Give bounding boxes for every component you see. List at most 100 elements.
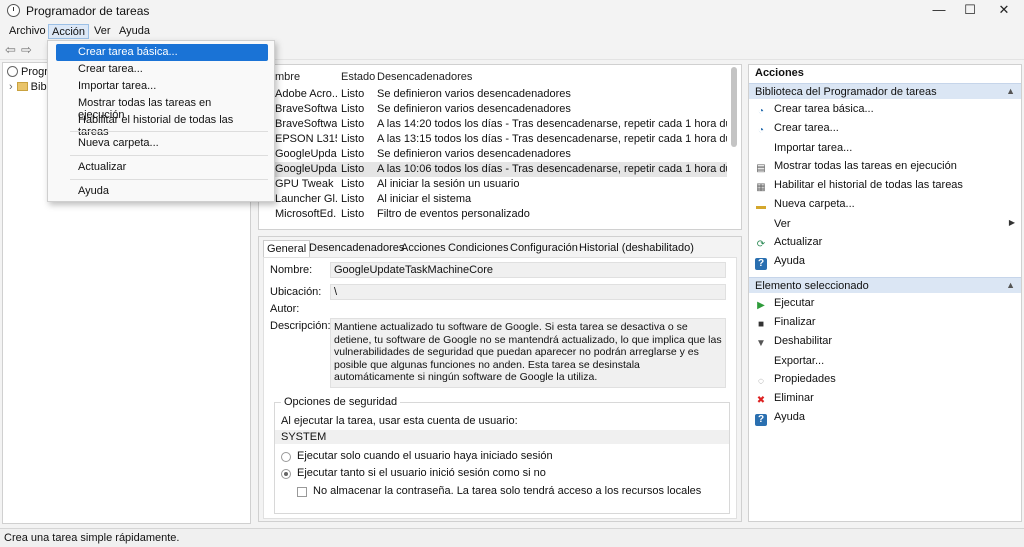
- collapse-icon[interactable]: ▲: [1006, 86, 1015, 96]
- column-header-status[interactable]: Estado: [341, 71, 375, 83]
- table-row[interactable]: Launcher Gl... Listo Al iniciar el sistema: [259, 192, 727, 207]
- action-nueva-carpeta[interactable]: ▬ Nueva carpeta...: [755, 198, 1017, 215]
- action-label: Actualizar: [774, 236, 823, 248]
- action-label: Importar tarea...: [774, 142, 853, 154]
- action-crear-tarea-básica[interactable]: ◔ Crear tarea básica...: [755, 103, 1017, 120]
- radio-logged-on[interactable]: [281, 452, 291, 462]
- help-icon: ?: [755, 414, 767, 426]
- menu-crear-tarea[interactable]: Crear tarea...: [56, 61, 268, 78]
- task-status-cell: Listo: [341, 148, 365, 160]
- menu-separator: [70, 179, 268, 180]
- action-propiedades[interactable]: ◌ Propiedades: [755, 373, 1017, 390]
- action-label: Ayuda: [774, 411, 805, 423]
- action-actualizar[interactable]: ⟳ Actualizar: [755, 236, 1017, 253]
- menu-importar-tarea[interactable]: Importar tarea...: [56, 78, 268, 95]
- status-text: Crea una tarea simple rápidamente.: [4, 532, 180, 544]
- column-header-name[interactable]: mbre: [275, 71, 300, 83]
- action-label: Ver: [774, 218, 791, 230]
- menu-crear-tarea-basica[interactable]: Crear tarea básica...: [56, 44, 268, 61]
- menu-actualizar[interactable]: Actualizar: [56, 159, 268, 176]
- task-status-cell: Listo: [341, 88, 365, 100]
- close-button[interactable]: ✕: [987, 0, 1021, 22]
- action-importar-tarea[interactable]: Importar tarea...: [755, 141, 1017, 158]
- action-habilitar-el-historial-de-todas-las-tareas[interactable]: ▦ Habilitar el historial de todas las tar…: [755, 179, 1017, 196]
- back-arrow-icon[interactable]: ⇦: [5, 42, 16, 58]
- play-icon: ▶: [757, 300, 765, 311]
- table-row[interactable]: BraveSoftwa... Listo A las 14:20 todos los…: [259, 117, 727, 132]
- description-label: Descripción:: [270, 320, 331, 332]
- tab-general[interactable]: General: [263, 240, 311, 257]
- maximize-button[interactable]: ☐: [953, 0, 987, 22]
- details-pane: General Desencadenadores Acciones Condic…: [258, 236, 742, 522]
- section-selected-item[interactable]: Elemento seleccionado ▲: [749, 277, 1021, 293]
- task-name-cell: MicrosoftEd...: [275, 208, 337, 220]
- tab-history[interactable]: Historial (deshabilitado): [576, 240, 697, 256]
- chevron-right-icon: ›: [9, 81, 13, 93]
- action-eliminar[interactable]: ✖ Eliminar: [755, 392, 1017, 409]
- table-row[interactable]: GPU Tweak II Listo Al iniciar la sesión un…: [259, 177, 727, 192]
- action-crear-tarea[interactable]: ◔ Crear tarea...: [755, 122, 1017, 139]
- status-bar: Crea una tarea simple rápidamente.: [0, 528, 1024, 547]
- task-status-cell: Listo: [341, 193, 365, 205]
- action-ayuda[interactable]: ? Ayuda: [755, 411, 1017, 428]
- location-field[interactable]: \: [330, 284, 726, 300]
- tab-triggers[interactable]: Desencadenadores: [306, 240, 407, 256]
- action-mostrar-todas-las-tareas-en-ejecución[interactable]: ▤ Mostrar todas las tareas en ejecución: [755, 160, 1017, 177]
- action-finalizar[interactable]: ■ Finalizar: [755, 316, 1017, 333]
- table-row[interactable]: EPSON L315... Listo A las 13:15 todos los …: [259, 132, 727, 147]
- radio-always-label: Ejecutar tanto si el usuario inició sesi…: [297, 467, 546, 479]
- collapse-icon[interactable]: ▲: [1006, 280, 1015, 290]
- action-ayuda[interactable]: ? Ayuda: [755, 255, 1017, 272]
- tab-actions[interactable]: Acciones: [398, 240, 449, 256]
- menu-ayuda[interactable]: Ayuda: [116, 24, 153, 39]
- author-label: Autor:: [270, 303, 300, 315]
- action-deshabilitar[interactable]: ▼ Deshabilitar: [755, 335, 1017, 352]
- description-field[interactable]: Mantiene actualizado tu software de Goog…: [330, 318, 726, 388]
- scrollbar[interactable]: [731, 67, 737, 147]
- action-label: Ayuda: [774, 255, 805, 267]
- menu-separator: [70, 131, 268, 132]
- tab-settings[interactable]: Configuración: [507, 240, 581, 256]
- tree-library[interactable]: › Bibl: [9, 81, 49, 93]
- menu-mostrar-tareas[interactable]: Mostrar todas las tareas en ejecución: [56, 95, 268, 121]
- table-row[interactable]: Adobe Acro... Listo Se definieron varios d…: [259, 87, 727, 102]
- menu-ver[interactable]: Ver: [91, 24, 114, 39]
- radio-always[interactable]: [281, 469, 291, 479]
- tab-conditions[interactable]: Condiciones: [445, 240, 512, 256]
- refresh-icon: ⟳: [756, 239, 766, 250]
- minimize-button[interactable]: —: [922, 0, 956, 22]
- action-ver[interactable]: Ver ▶: [755, 217, 1017, 234]
- task-name-cell: GoogleUpda...: [275, 148, 337, 160]
- section-selected-label: Elemento seleccionado: [755, 280, 869, 292]
- forward-arrow-icon[interactable]: ⇨: [21, 42, 32, 58]
- table-row[interactable]: MicrosoftEd... Listo Filtro de eventos per…: [259, 207, 727, 222]
- table-row[interactable]: BraveSoftwa... Listo Se definieron varios …: [259, 102, 727, 117]
- menu-ayuda-item[interactable]: Ayuda: [56, 183, 268, 200]
- no-store-password-checkbox[interactable]: [297, 487, 307, 497]
- task-trigger-cell: Al iniciar la sesión un usuario: [377, 178, 520, 190]
- column-header-triggers[interactable]: Desencadenadores: [377, 71, 472, 83]
- action-exportar[interactable]: Exportar...: [755, 354, 1017, 371]
- table-row[interactable]: GoogleUpda... Listo Se definieron varios d…: [259, 147, 727, 162]
- menu-habilitar-historial[interactable]: Habilitar el historial de todas las tare…: [56, 112, 268, 138]
- stop-icon: ■: [757, 319, 765, 330]
- task-trigger-cell: Se definieron varios desencadenadores: [377, 103, 571, 115]
- task-status-cell: Listo: [341, 208, 365, 220]
- name-field[interactable]: GoogleUpdateTaskMachineCore: [330, 262, 726, 278]
- menu-accion[interactable]: Acción: [48, 24, 90, 39]
- task-trigger-cell: Filtro de eventos personalizado: [377, 208, 530, 220]
- menu-archivo[interactable]: Archivo: [6, 24, 49, 39]
- action-ejecutar[interactable]: ▶ Ejecutar: [755, 297, 1017, 314]
- run-as-user-field[interactable]: SYSTEM: [275, 430, 729, 444]
- section-library[interactable]: Biblioteca del Programador de tareas ▲: [749, 83, 1021, 99]
- history-icon: ▦: [756, 182, 766, 193]
- run-as-label: Al ejecutar la tarea, usar esta cuenta d…: [281, 415, 518, 427]
- task-trigger-cell: A las 10:06 todos los días - Tras desenc…: [377, 163, 727, 175]
- table-row[interactable]: GoogleUpda... Listo A las 10:06 todos los …: [259, 162, 727, 177]
- general-panel: Nombre: GoogleUpdateTaskMachineCore Ubic…: [263, 257, 737, 519]
- task-status-cell: Listo: [341, 133, 365, 145]
- task-trigger-cell: A las 13:15 todos los días - Tras desenc…: [377, 133, 727, 145]
- folder-icon: ▬: [756, 201, 766, 212]
- task-trigger-cell: Se definieron varios desencadenadores: [377, 148, 571, 160]
- menu-nueva-carpeta[interactable]: Nueva carpeta...: [56, 135, 268, 152]
